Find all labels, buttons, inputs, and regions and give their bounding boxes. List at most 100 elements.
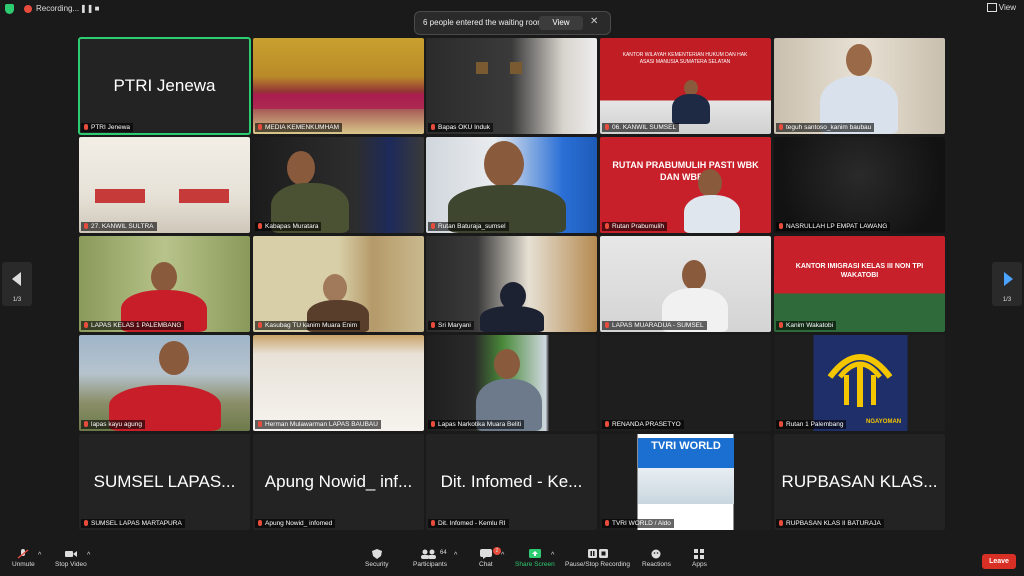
video-tile[interactable]: Rutan Baturaja_sumsel (426, 137, 597, 233)
video-tile[interactable]: LAPAS KELAS 1 PALEMBANG (79, 236, 250, 332)
participant-label: Kasubag TU kanim Muara Enim (255, 321, 361, 330)
previous-page-button[interactable]: 1/3 (2, 262, 32, 306)
waiting-room-view-button[interactable]: View (539, 16, 583, 30)
shield-icon[interactable] (5, 4, 14, 14)
participant-label: RUPBASAN KLAS II BATURAJA (776, 519, 884, 528)
chat-options-caret[interactable]: ^ (501, 552, 504, 559)
mic-muted-icon (779, 520, 783, 526)
participant-label: Dit. Infomed - Kemlu RI (428, 519, 509, 528)
reactions-button[interactable]: Reactions (642, 549, 671, 568)
participant-label: Herman Mulawarman LAPAS BAUBAU (255, 420, 381, 429)
video-tile[interactable]: TVRI WORLD TVRI WORLD / Aldo (600, 434, 771, 530)
participant-label: Kanim Wakatobi (776, 321, 837, 330)
video-tile[interactable]: Kabapas Muratara (253, 137, 424, 233)
video-tile[interactable]: RENANDA PRASETYO (600, 335, 771, 431)
video-tile[interactable]: Bapas OKU Induk (426, 38, 597, 134)
video-tile[interactable]: Kasubag TU kanim Muara Enim (253, 236, 424, 332)
video-tile[interactable]: NASRULLAH LP EMPAT LAWANG (774, 137, 945, 233)
chat-button[interactable]: 2 Chat (479, 547, 501, 568)
mic-muted-icon (431, 223, 435, 229)
close-icon[interactable]: ✕ (590, 16, 598, 27)
participant-label: lapas kayu agung (81, 420, 145, 429)
pause-stop-icon (587, 549, 608, 558)
mic-muted-icon (84, 520, 88, 526)
participants-options-caret[interactable]: ^ (454, 552, 457, 559)
stop-video-button[interactable]: Stop Video (55, 549, 87, 568)
chat-badge: 2 (493, 547, 501, 555)
apps-button[interactable]: Apps (692, 549, 707, 568)
participant-label: Kabapas Muratara (255, 222, 322, 231)
video-tile[interactable]: lapas kayu agung (79, 335, 250, 431)
arrow-left-icon (12, 272, 21, 286)
video-tile[interactable]: Lapas Narkotika Muara Beliti (426, 335, 597, 431)
participant-label: LAPAS KELAS 1 PALEMBANG (81, 321, 185, 330)
participant-label: MEDIA KEMENKUMHAM (255, 123, 343, 132)
video-tile[interactable]: SUMSEL LAPAS... SUMSEL LAPAS MARTAPURA (79, 434, 250, 530)
mic-muted-icon (258, 421, 262, 427)
pause-recording-icon[interactable]: ❚❚ (80, 4, 93, 14)
mic-muted-icon (431, 124, 435, 130)
participant-label: Bapas OKU Induk (428, 123, 494, 132)
video-tile[interactable]: PTRI Jenewa PTRI Jenewa (78, 37, 251, 135)
share-screen-button[interactable]: Share Screen (515, 549, 555, 568)
pengayoman-logo (822, 343, 898, 413)
mic-muted-icon (779, 322, 783, 328)
leave-button[interactable]: Leave (982, 554, 1016, 569)
mic-muted-icon (258, 223, 262, 229)
unmute-button[interactable]: Unmute (12, 549, 35, 568)
audio-options-caret[interactable]: ^ (38, 552, 41, 559)
video-tile[interactable]: RUPBASAN KLAS... RUPBASAN KLAS II BATURA… (774, 434, 945, 530)
participant-label: RENANDA PRASETYO (602, 420, 684, 429)
participant-name-large: PTRI Jenewa (113, 76, 216, 95)
mic-muted-icon (84, 124, 88, 130)
participant-name-large: RUPBASAN KLAS... (781, 472, 938, 491)
mic-muted-icon (84, 421, 88, 427)
meeting-toolbar: Unmute ^ Stop Video ^ Security Participa… (0, 546, 1024, 576)
video-tile[interactable]: teguh santoso_kanim baubau (774, 38, 945, 134)
mic-muted-icon (605, 223, 609, 229)
share-screen-icon (528, 549, 541, 558)
unmute-label: Unmute (12, 561, 35, 568)
mic-muted-icon (258, 322, 262, 328)
reactions-icon (651, 549, 661, 559)
mic-muted-icon (431, 421, 435, 427)
security-button[interactable]: Security (365, 549, 388, 568)
video-tile[interactable]: Dit. Infomed - Ke... Dit. Infomed - Keml… (426, 434, 597, 530)
waiting-room-text: 6 people entered the waiting room (423, 18, 544, 27)
mic-muted-icon (779, 421, 783, 427)
video-tile[interactable]: MEDIA KEMENKUMHAM (253, 38, 424, 134)
video-tile[interactable]: Herman Mulawarman LAPAS BAUBAU (253, 335, 424, 431)
video-tile[interactable]: Apung Nowid_ inf... Apung Nowid_ infomed (253, 434, 424, 530)
mic-muted-icon (84, 322, 88, 328)
stop-recording-icon[interactable]: ■ (92, 4, 102, 14)
video-tile[interactable]: NGAYOMAN Rutan 1 Palembang (774, 335, 945, 431)
video-tile[interactable]: KANTOR IMIGRASI KELAS III NON TPI WAKATO… (774, 236, 945, 332)
video-tile[interactable]: RUTAN PRABUMULIH PASTI WBK DAN WBBM Ruta… (600, 137, 771, 233)
video-tile[interactable]: Sri Maryani (426, 236, 597, 332)
apps-icon (694, 549, 705, 559)
video-tile[interactable]: KANTOR WILAYAH KEMENTERIAN HUKUM DAN HAK… (600, 38, 771, 134)
mic-muted-icon (17, 549, 29, 559)
participant-label: PTRI Jenewa (81, 123, 134, 132)
video-camera-icon (64, 551, 77, 557)
mic-muted-icon (431, 322, 435, 328)
stop-video-label: Stop Video (55, 561, 87, 568)
grid-view-icon (986, 3, 997, 13)
view-label: View (998, 3, 1016, 12)
participants-count: 64 (440, 550, 447, 556)
mic-muted-icon (605, 322, 609, 328)
pause-stop-recording-button[interactable]: Pause/Stop Recording (565, 549, 630, 568)
chat-icon (479, 549, 492, 559)
participant-name-large: Apung Nowid_ inf... (264, 472, 413, 491)
video-tile[interactable]: LAPAS MUARADUA - SUMSEL (600, 236, 771, 332)
mic-muted-icon (258, 520, 262, 526)
view-button[interactable]: View (986, 3, 1016, 13)
mic-muted-icon (605, 520, 609, 526)
participants-icon (420, 549, 436, 559)
participant-label: Sri Maryani (428, 321, 474, 330)
video-tile[interactable]: 27. KANWIL SULTRA (79, 137, 250, 233)
video-options-caret[interactable]: ^ (87, 552, 90, 559)
share-options-caret[interactable]: ^ (551, 552, 554, 559)
mic-muted-icon (258, 124, 262, 130)
next-page-button[interactable]: 1/3 (992, 262, 1022, 306)
